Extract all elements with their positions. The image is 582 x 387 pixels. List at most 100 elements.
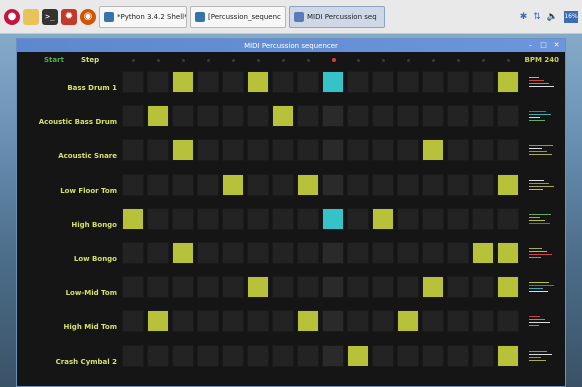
step-cell[interactable] [197,173,219,196]
step-cell[interactable] [222,242,244,264]
step-cell[interactable] [272,276,294,299]
step-cell[interactable] [422,310,444,333]
step-cell[interactable] [322,344,344,367]
step-cell[interactable] [197,207,219,230]
step-cell[interactable] [197,139,219,162]
step-cell[interactable] [222,139,244,162]
step-cell[interactable] [372,310,394,333]
step-cell[interactable] [172,207,194,230]
step-cell[interactable] [347,276,369,299]
step-cell[interactable] [197,344,219,367]
step-cell[interactable] [447,139,469,162]
step-cell[interactable] [147,71,169,93]
terminal-icon[interactable]: >_ [42,8,58,25]
step-cell[interactable] [397,344,419,367]
step-cell[interactable] [222,276,244,299]
step-cell[interactable] [322,310,344,333]
step-cell[interactable] [397,207,419,230]
step-cell[interactable] [422,207,444,230]
step-cell[interactable] [347,242,369,264]
step-cell[interactable] [272,139,294,162]
step-cell[interactable] [347,105,369,128]
raspberry-menu-icon[interactable]: ● [4,8,20,25]
step-cell[interactable] [122,71,144,93]
step-cell-active[interactable] [247,276,269,299]
step-cell[interactable] [447,310,469,333]
step-cell[interactable] [397,71,419,93]
step-cell[interactable] [122,139,144,162]
step-cell[interactable] [297,71,319,93]
step-cell[interactable] [322,242,344,264]
step-cell-active[interactable] [422,276,444,299]
start-button[interactable]: Start [44,56,64,64]
step-cell[interactable] [222,310,244,333]
step-cell[interactable] [222,105,244,128]
step-cell[interactable] [422,242,444,264]
step-cell[interactable] [297,207,319,230]
step-cell[interactable] [197,310,219,333]
step-cell[interactable] [372,242,394,264]
step-cell[interactable] [122,173,144,196]
step-cell[interactable] [497,207,519,230]
step-cell[interactable] [247,139,269,162]
bpm-label[interactable]: BPM 240 [525,56,559,64]
step-cell[interactable] [197,71,219,93]
step-cell[interactable] [122,310,144,333]
step-cell[interactable] [372,139,394,162]
step-cell[interactable] [322,105,344,128]
step-cell[interactable] [297,242,319,264]
step-cell[interactable] [472,139,494,162]
step-cell-active[interactable] [422,139,444,162]
step-cell[interactable] [297,139,319,162]
step-cell-active[interactable] [322,207,344,230]
step-cell[interactable] [422,71,444,93]
step-cell[interactable] [272,344,294,367]
file-manager-icon[interactable] [23,8,39,25]
step-cell[interactable] [347,207,369,230]
step-cell[interactable] [472,71,494,93]
step-cell[interactable] [497,310,519,333]
step-cell[interactable] [147,173,169,196]
step-cell-active[interactable] [172,139,194,162]
step-cell[interactable] [372,71,394,93]
step-cell[interactable] [297,105,319,128]
step-cell[interactable] [347,173,369,196]
step-cell[interactable] [197,242,219,264]
step-cell[interactable] [247,207,269,230]
step-cell[interactable] [147,207,169,230]
maximize-icon[interactable]: □ [539,40,548,49]
step-cell-active[interactable] [497,71,519,93]
step-cell[interactable] [447,173,469,196]
step-cell[interactable] [422,344,444,367]
step-cell[interactable] [397,173,419,196]
step-cell[interactable] [297,344,319,367]
taskbar-item-python-shell[interactable]: *Python 3.4.2 Shell* [99,5,187,28]
bluetooth-icon[interactable]: ✱ [520,12,528,22]
step-cell-active[interactable] [322,71,344,93]
step-cell[interactable] [372,173,394,196]
step-cell[interactable] [447,242,469,264]
step-cell[interactable] [122,105,144,128]
step-cell[interactable] [247,310,269,333]
step-cell-active[interactable] [147,105,169,128]
step-cell[interactable] [347,139,369,162]
step-cell[interactable] [172,105,194,128]
step-cell[interactable] [397,105,419,128]
taskbar-item-midi-sequencer[interactable]: MIDI Percussion seq [289,5,385,28]
step-cell[interactable] [347,71,369,93]
step-cell[interactable] [322,139,344,162]
step-cell[interactable] [147,344,169,367]
step-cell[interactable] [297,276,319,299]
step-cell[interactable] [472,207,494,230]
step-cell-active[interactable] [497,344,519,367]
step-cell[interactable] [172,276,194,299]
wolfram-icon[interactable]: ◉ [80,8,96,25]
step-cell-active[interactable] [247,71,269,93]
step-cell[interactable] [472,276,494,299]
step-cell[interactable] [247,242,269,264]
step-cell[interactable] [122,242,144,264]
step-cell[interactable] [497,139,519,162]
step-cell-active[interactable] [497,276,519,299]
step-cell-active[interactable] [172,71,194,93]
step-cell[interactable] [247,344,269,367]
